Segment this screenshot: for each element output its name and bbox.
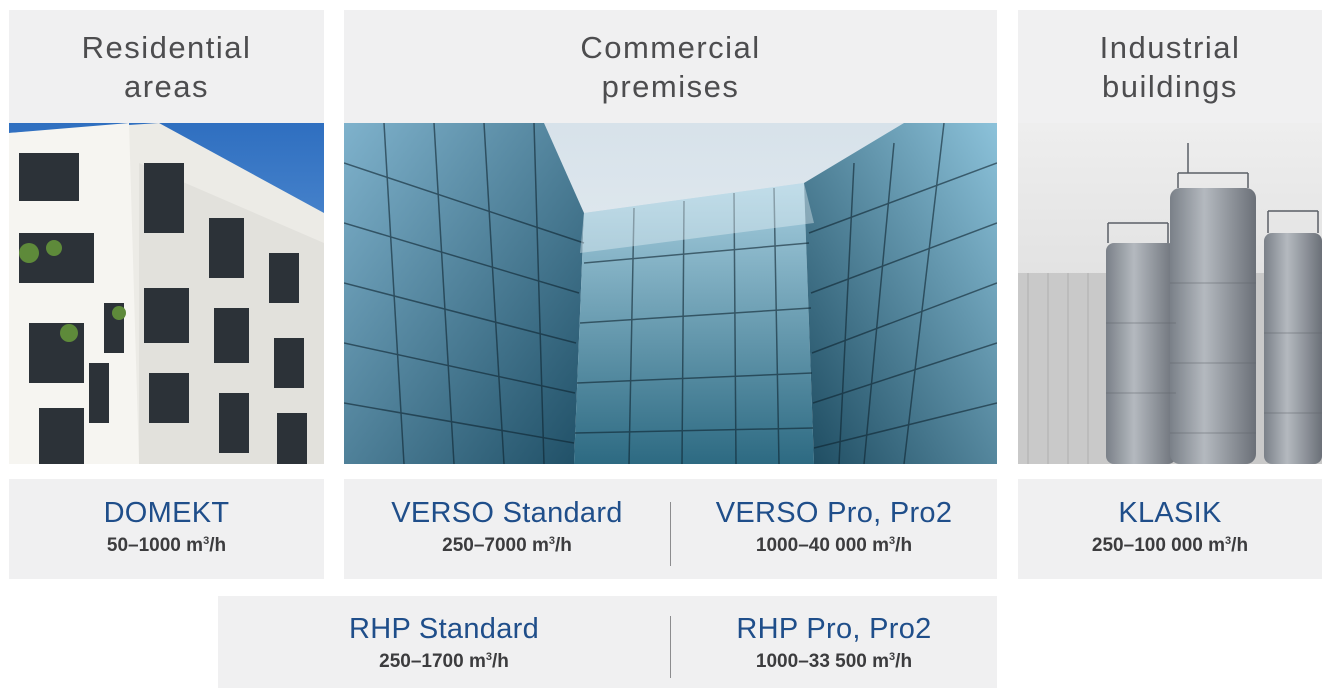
industrial-title: Industrial buildings [1099, 29, 1241, 104]
industrial-silos-photo [1018, 123, 1322, 464]
verso-pro-product: VERSO Pro, Pro2 1000–40 000 m3/h [671, 496, 997, 558]
rhp-pro-name: RHP Pro, Pro2 [736, 613, 932, 645]
verso-standard-name: VERSO Standard [391, 497, 623, 529]
verso-standard-product: VERSO Standard 250–7000 m3/h [344, 496, 670, 558]
commercial-glass-building-photo [344, 123, 997, 464]
rhp-standard-product: RHP Standard 250–1700 m3/h [218, 612, 670, 674]
rhp-pro-flow: 1000–33 500 m3/h [755, 651, 913, 672]
domekt-flow: 50–1000 m3/h [106, 535, 227, 556]
verso-pro-name: VERSO Pro, Pro2 [715, 497, 953, 529]
klasik-product: KLASIK 250–100 000 m3/h [1018, 496, 1322, 558]
rhp-pro-product: RHP Pro, Pro2 1000–33 500 m3/h [671, 612, 997, 674]
rhp-standard-name: RHP Standard [348, 613, 540, 645]
rhp-standard-flow: 250–1700 m3/h [379, 651, 509, 672]
verso-standard-flow: 250–7000 m3/h [442, 535, 572, 556]
residential-title: Residential areas [81, 29, 252, 104]
verso-pro-flow: 1000–40 000 m3/h [755, 535, 913, 556]
klasik-name: KLASIK [1118, 497, 1222, 529]
klasik-flow: 250–100 000 m3/h [1091, 535, 1249, 556]
residential-building-photo [9, 123, 324, 464]
commercial-title: Commercial premises [580, 29, 761, 104]
domekt-product: DOMEKT 50–1000 m3/h [9, 496, 324, 558]
domekt-name: DOMEKT [103, 497, 230, 529]
